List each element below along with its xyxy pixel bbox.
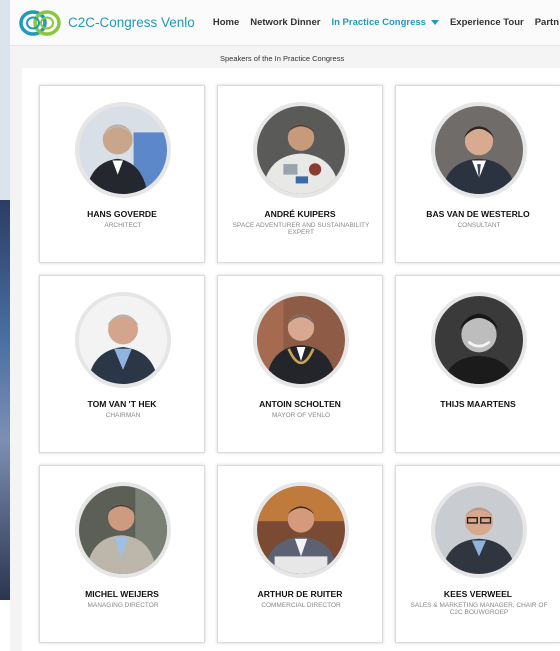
- speaker-name: MICHEL WEIJERS: [85, 589, 159, 599]
- logo[interactable]: C2C-Congress Venlo: [18, 8, 195, 38]
- speaker-photo: [75, 102, 171, 198]
- speaker-card[interactable]: THIJS MAARTENS: [395, 275, 560, 453]
- speaker-card[interactable]: ANDRÉ KUIPERS SPACE ADVENTURER AND SUSTA…: [217, 85, 383, 263]
- person-photo-icon: [435, 486, 523, 574]
- speaker-role: SPACE ADVENTURER AND SUSTAINABILITY EXPE…: [232, 222, 370, 236]
- speaker-photo: [431, 292, 527, 388]
- speaker-role: MANAGING DIRECTOR: [87, 602, 159, 609]
- speaker-card[interactable]: HANS GOVERDE ARCHITECT: [39, 85, 205, 263]
- speaker-name: ANDRÉ KUIPERS: [264, 209, 336, 219]
- person-photo-icon: [79, 486, 167, 574]
- speaker-role: ARCHITECT: [104, 222, 142, 229]
- page-subheading: Speakers of the In Practice Congress: [220, 54, 345, 63]
- person-photo-icon: [257, 296, 345, 384]
- person-photo-icon: [435, 296, 523, 384]
- speaker-name: THIJS MAARTENS: [440, 399, 516, 409]
- nav-partners[interactable]: Partn: [535, 17, 559, 28]
- person-photo-icon: [435, 106, 523, 194]
- person-photo-icon: [79, 296, 167, 384]
- speaker-role: CONSULTANT: [457, 222, 501, 229]
- background-photo-top: [0, 0, 10, 200]
- speaker-card[interactable]: ARTHUR DE RUITER COMMERCIAL DIRECTOR: [217, 465, 383, 643]
- nav-in-practice-congress[interactable]: In Practice Congress: [331, 17, 439, 28]
- person-photo-icon: [257, 106, 345, 194]
- nav-experience-tour[interactable]: Experience Tour: [450, 17, 524, 28]
- main-nav: Home Network Dinner In Practice Congress…: [213, 17, 560, 28]
- speaker-name: TOM VAN 'T HEK: [87, 399, 157, 409]
- speaker-photo: [431, 102, 527, 198]
- nav-home[interactable]: Home: [213, 17, 239, 28]
- background-photo: [0, 200, 10, 600]
- nav-network-dinner[interactable]: Network Dinner: [250, 17, 320, 28]
- person-photo-icon: [79, 106, 167, 194]
- page: C2C-Congress Venlo Home Network Dinner I…: [10, 0, 560, 651]
- speaker-name: KEES VERWEEL: [443, 589, 513, 599]
- speaker-name: BAS VAN DE WESTERLO: [426, 209, 530, 219]
- speaker-photo: [253, 102, 349, 198]
- speaker-photo: [431, 482, 527, 578]
- person-photo-icon: [257, 486, 345, 574]
- speaker-photo: [75, 292, 171, 388]
- c2c-logo-icon: [19, 9, 61, 36]
- navbar: C2C-Congress Venlo Home Network Dinner I…: [10, 0, 560, 46]
- speaker-name: ARTHUR DE RUITER: [257, 589, 343, 599]
- speaker-name: ANTOIN SCHOLTEN: [259, 399, 341, 409]
- speaker-card[interactable]: ANTOIN SCHOLTEN MAYOR OF VENLO: [217, 275, 383, 453]
- speaker-card[interactable]: KEES VERWEEL SALES & MARKETING MANAGER, …: [395, 465, 560, 643]
- speaker-photo: [253, 292, 349, 388]
- brand-name: C2C-Congress Venlo: [68, 15, 195, 30]
- nav-in-practice-congress-label: In Practice Congress: [331, 17, 426, 28]
- speaker-name: HANS GOVERDE: [87, 209, 157, 219]
- caret-down-icon: [430, 19, 439, 25]
- speaker-role: MAYOR OF VENLO: [271, 412, 331, 419]
- speaker-card[interactable]: BAS VAN DE WESTERLO CONSULTANT: [395, 85, 560, 263]
- speakers-grid: HANS GOVERDE ARCHITECT ANDRÉ KUIPERS SPA…: [22, 68, 560, 651]
- speaker-card[interactable]: TOM VAN 'T HEK CHAIRMAN: [39, 275, 205, 453]
- speaker-card[interactable]: MICHEL WEIJERS MANAGING DIRECTOR: [39, 465, 205, 643]
- speaker-role: COMMERCIAL DIRECTOR: [261, 602, 341, 609]
- speaker-photo: [75, 482, 171, 578]
- speaker-photo: [253, 482, 349, 578]
- speaker-role: CHAIRMAN: [105, 412, 141, 419]
- speaker-role: SALES & MARKETING MANAGER, CHAIR OF C2C …: [410, 602, 548, 616]
